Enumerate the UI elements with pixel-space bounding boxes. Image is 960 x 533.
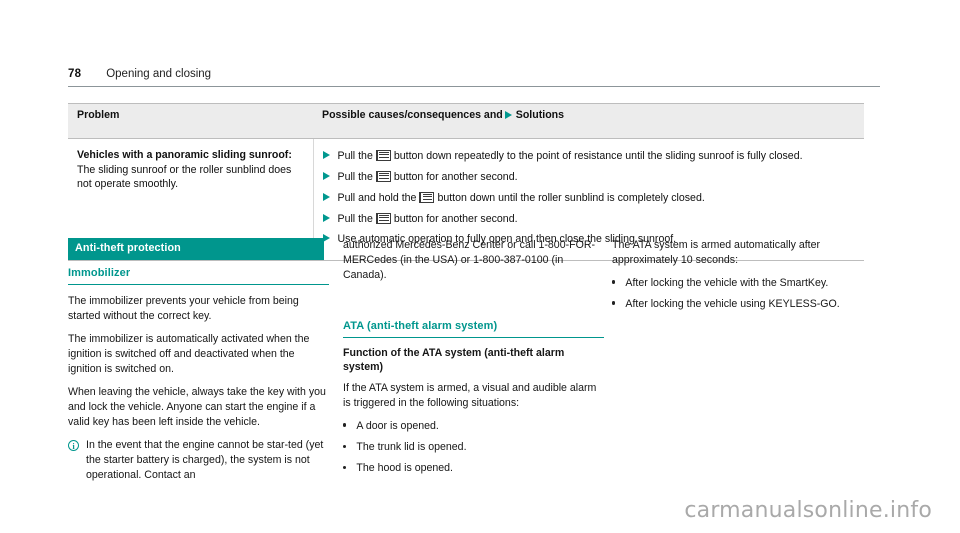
bullet-dot-icon xyxy=(343,444,347,448)
solution-text-before: Pull the xyxy=(337,150,373,162)
triangle-bullet-icon xyxy=(504,111,512,119)
bullet-list: After locking the vehicle with the Smart… xyxy=(612,276,873,312)
column-header-solutions-prefix: Possible causes/consequences and xyxy=(322,109,503,121)
list-item-label: After locking the vehicle using KEYLESS-… xyxy=(625,298,840,311)
bullet-dot-icon xyxy=(612,301,616,305)
solution-item: Pull the button down repeatedly to the p… xyxy=(322,148,855,164)
bullet-dot-icon xyxy=(343,423,347,427)
solution-text-after: button for another second. xyxy=(393,171,518,183)
heading-ata-function: Function of the ATA system (anti-theft a… xyxy=(343,346,565,373)
sunroof-switch-icon xyxy=(375,170,391,182)
paragraph: The immobilizer is automatically activat… xyxy=(68,333,310,376)
page-title: Opening and closing xyxy=(106,68,212,80)
list-item: A door is opened. xyxy=(343,419,604,434)
paragraph: If the ATA system is armed, a visual and… xyxy=(343,382,597,410)
column-header-problem: Problem xyxy=(68,103,313,139)
info-note: i In the event that the engine cannot be… xyxy=(68,438,329,483)
paragraph: The immobilizer prevents your vehicle fr… xyxy=(68,294,299,322)
subsection-heading-immobilizer: Immobilizer xyxy=(68,260,329,285)
list-item-label: The hood is opened. xyxy=(356,462,453,475)
solution-text-before: Pull and hold the xyxy=(337,192,417,204)
triangle-bullet-icon xyxy=(322,214,330,222)
list-item: After locking the vehicle with the Smart… xyxy=(612,276,873,291)
solution-text-after: button down repeatedly to the point of r… xyxy=(393,150,803,162)
triangle-bullet-icon xyxy=(322,193,330,201)
sunblind-switch-icon xyxy=(375,212,391,224)
solution-text-after: button down until the roller sunblind is… xyxy=(437,192,705,204)
table-header-row: Problem Possible causes/consequences and… xyxy=(68,103,864,139)
problem-description: The sliding sunroof or the roller sunbli… xyxy=(77,163,292,191)
column-spacer xyxy=(343,291,604,313)
bullet-dot-icon xyxy=(612,280,616,284)
column-right: The ATA system is armed automatically af… xyxy=(612,238,873,312)
triangle-bullet-icon xyxy=(322,172,330,180)
section-heading-anti-theft: Anti-theft protection xyxy=(68,238,324,261)
column-header-solutions-suffix: Solutions xyxy=(515,109,565,121)
solution-item: Pull the button for another second. xyxy=(322,169,855,185)
column-middle: authorized Mercedes-Benz Center or call … xyxy=(343,238,604,476)
solution-text-before: Pull the xyxy=(337,171,373,183)
page-number: 78 xyxy=(68,68,82,80)
list-item-label: A door is opened. xyxy=(356,420,439,433)
list-item-label: After locking the vehicle with the Smart… xyxy=(625,277,829,290)
column-left: Anti-theft protection Immobilizer The im… xyxy=(68,238,329,483)
solution-text-before: Pull the xyxy=(337,213,373,225)
problem-title: Vehicles with a panoramic sliding sunroo… xyxy=(77,149,292,161)
solution-item: Pull the button for another second. xyxy=(322,211,855,227)
sunblind-switch-icon xyxy=(419,191,435,203)
paragraph-continuation: authorized Mercedes-Benz Center or call … xyxy=(343,239,595,282)
troubleshooting-table: Problem Possible causes/consequences and… xyxy=(68,103,864,261)
list-item: The hood is opened. xyxy=(343,461,604,476)
bullet-dot-icon xyxy=(343,465,347,469)
info-note-text: In the event that the engine cannot be s… xyxy=(86,439,324,482)
paragraph: The ATA system is armed automatically af… xyxy=(612,239,821,267)
list-item: After locking the vehicle using KEYLESS-… xyxy=(612,297,873,312)
triangle-bullet-icon xyxy=(322,151,330,159)
page-running-head: 78 Opening and closing xyxy=(68,68,880,87)
solution-text-after: button for another second. xyxy=(393,213,518,225)
sunroof-switch-icon xyxy=(375,149,391,161)
watermark: carmanualsonline.info xyxy=(684,498,932,523)
column-header-solutions: Possible causes/consequences and Solution… xyxy=(313,103,864,139)
subsection-heading-ata: ATA (anti-theft alarm system) xyxy=(343,313,604,338)
paragraph: When leaving the vehicle, always take th… xyxy=(68,386,326,429)
body-columns: Anti-theft protection Immobilizer The im… xyxy=(68,238,880,481)
list-item: The trunk lid is opened. xyxy=(343,440,604,455)
info-icon: i xyxy=(68,440,79,452)
solution-item: Pull and hold the button down until the … xyxy=(322,190,855,206)
bullet-list: A door is opened. The trunk lid is opene… xyxy=(343,419,604,476)
list-item-label: The trunk lid is opened. xyxy=(356,441,467,454)
